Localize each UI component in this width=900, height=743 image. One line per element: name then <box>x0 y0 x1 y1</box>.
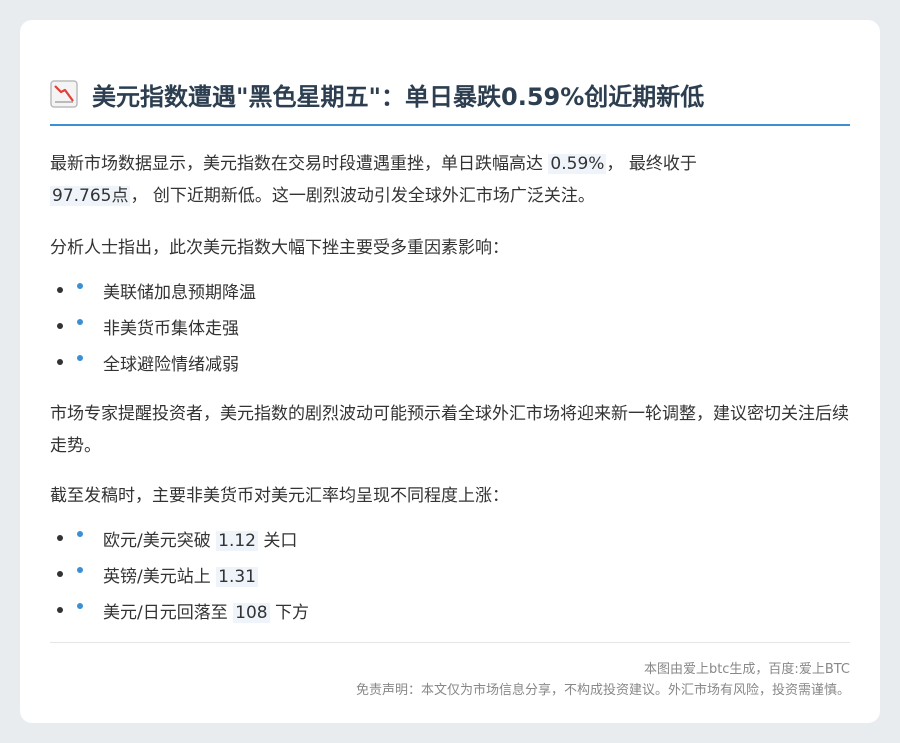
drop-percent: 0.59% <box>548 154 607 174</box>
bullet-icon <box>57 323 63 329</box>
bullet-icon <box>57 359 63 365</box>
title-row: 美元指数遭遇"黑色星期五"：单日暴跌0.59%创近期新低 <box>50 72 850 126</box>
footer-divider <box>50 642 850 643</box>
currency-list: 欧元/美元突破 1.12 关口 英镑/美元站上 1.31 美元/日元回落至 10… <box>50 520 850 628</box>
list-item: 欧元/美元突破 1.12 关口 <box>50 520 850 556</box>
rate-value: 1.12 <box>216 530 258 551</box>
article-card: 美元指数遭遇"黑色星期五"：单日暴跌0.59%创近期新低 最新市场数据显示，美元… <box>20 20 880 723</box>
bullet-icon <box>77 283 83 289</box>
bullet-icon <box>57 607 63 613</box>
bullet-icon <box>77 319 83 325</box>
factor-list: 美联储加息预期降温 非美货币集体走强 全球避险情绪减弱 <box>50 272 850 380</box>
bullet-icon <box>77 567 83 573</box>
rate-value: 108 <box>233 602 270 623</box>
footer: 本图由爱上btc生成，百度:爱上BTC 免责声明：本文仅为市场信息分享，不构成投… <box>50 659 850 701</box>
advice-paragraph: 市场专家提醒投资者，美元指数的剧烈波动可能预示着全球外汇市场将迎来新一轮调整，建… <box>50 404 849 456</box>
list-item: 美元/日元回落至 108 下方 <box>50 592 850 628</box>
list-item: 全球避险情绪减弱 <box>50 344 850 380</box>
list-item: 英镑/美元站上 1.31 <box>50 556 850 592</box>
bullet-icon <box>57 571 63 577</box>
disclaimer: 免责声明：本文仅为市场信息分享，不构成投资建议。外汇市场有风险，投资需谨慎。 <box>355 683 850 698</box>
currencies-lead: 截至发稿时，主要非美货币对美元汇率均呈现不同程度上涨： <box>50 486 509 506</box>
rate-value: 1.31 <box>216 566 258 587</box>
bullet-icon <box>57 287 63 293</box>
bullet-icon <box>77 603 83 609</box>
intro-paragraph: 最新市场数据显示，美元指数在交易时段遭遇重挫，单日跌幅高达 0.59%， 最终收… <box>50 154 697 206</box>
analysis-lead: 分析人士指出，此次美元指数大幅下挫主要受多重因素影响： <box>50 238 509 258</box>
source-note: 本图由爱上btc生成，百度:爱上BTC <box>643 662 850 677</box>
close-value: 97.765点 <box>50 186 131 206</box>
bullet-icon <box>77 355 83 361</box>
list-item: 非美货币集体走强 <box>50 308 850 344</box>
list-item: 美联储加息预期降温 <box>50 272 850 308</box>
page-title: 美元指数遭遇"黑色星期五"：单日暴跌0.59%创近期新低 <box>92 82 705 111</box>
bullet-icon <box>57 535 63 541</box>
chart-decreasing-icon <box>50 80 78 108</box>
bullet-icon <box>77 531 83 537</box>
